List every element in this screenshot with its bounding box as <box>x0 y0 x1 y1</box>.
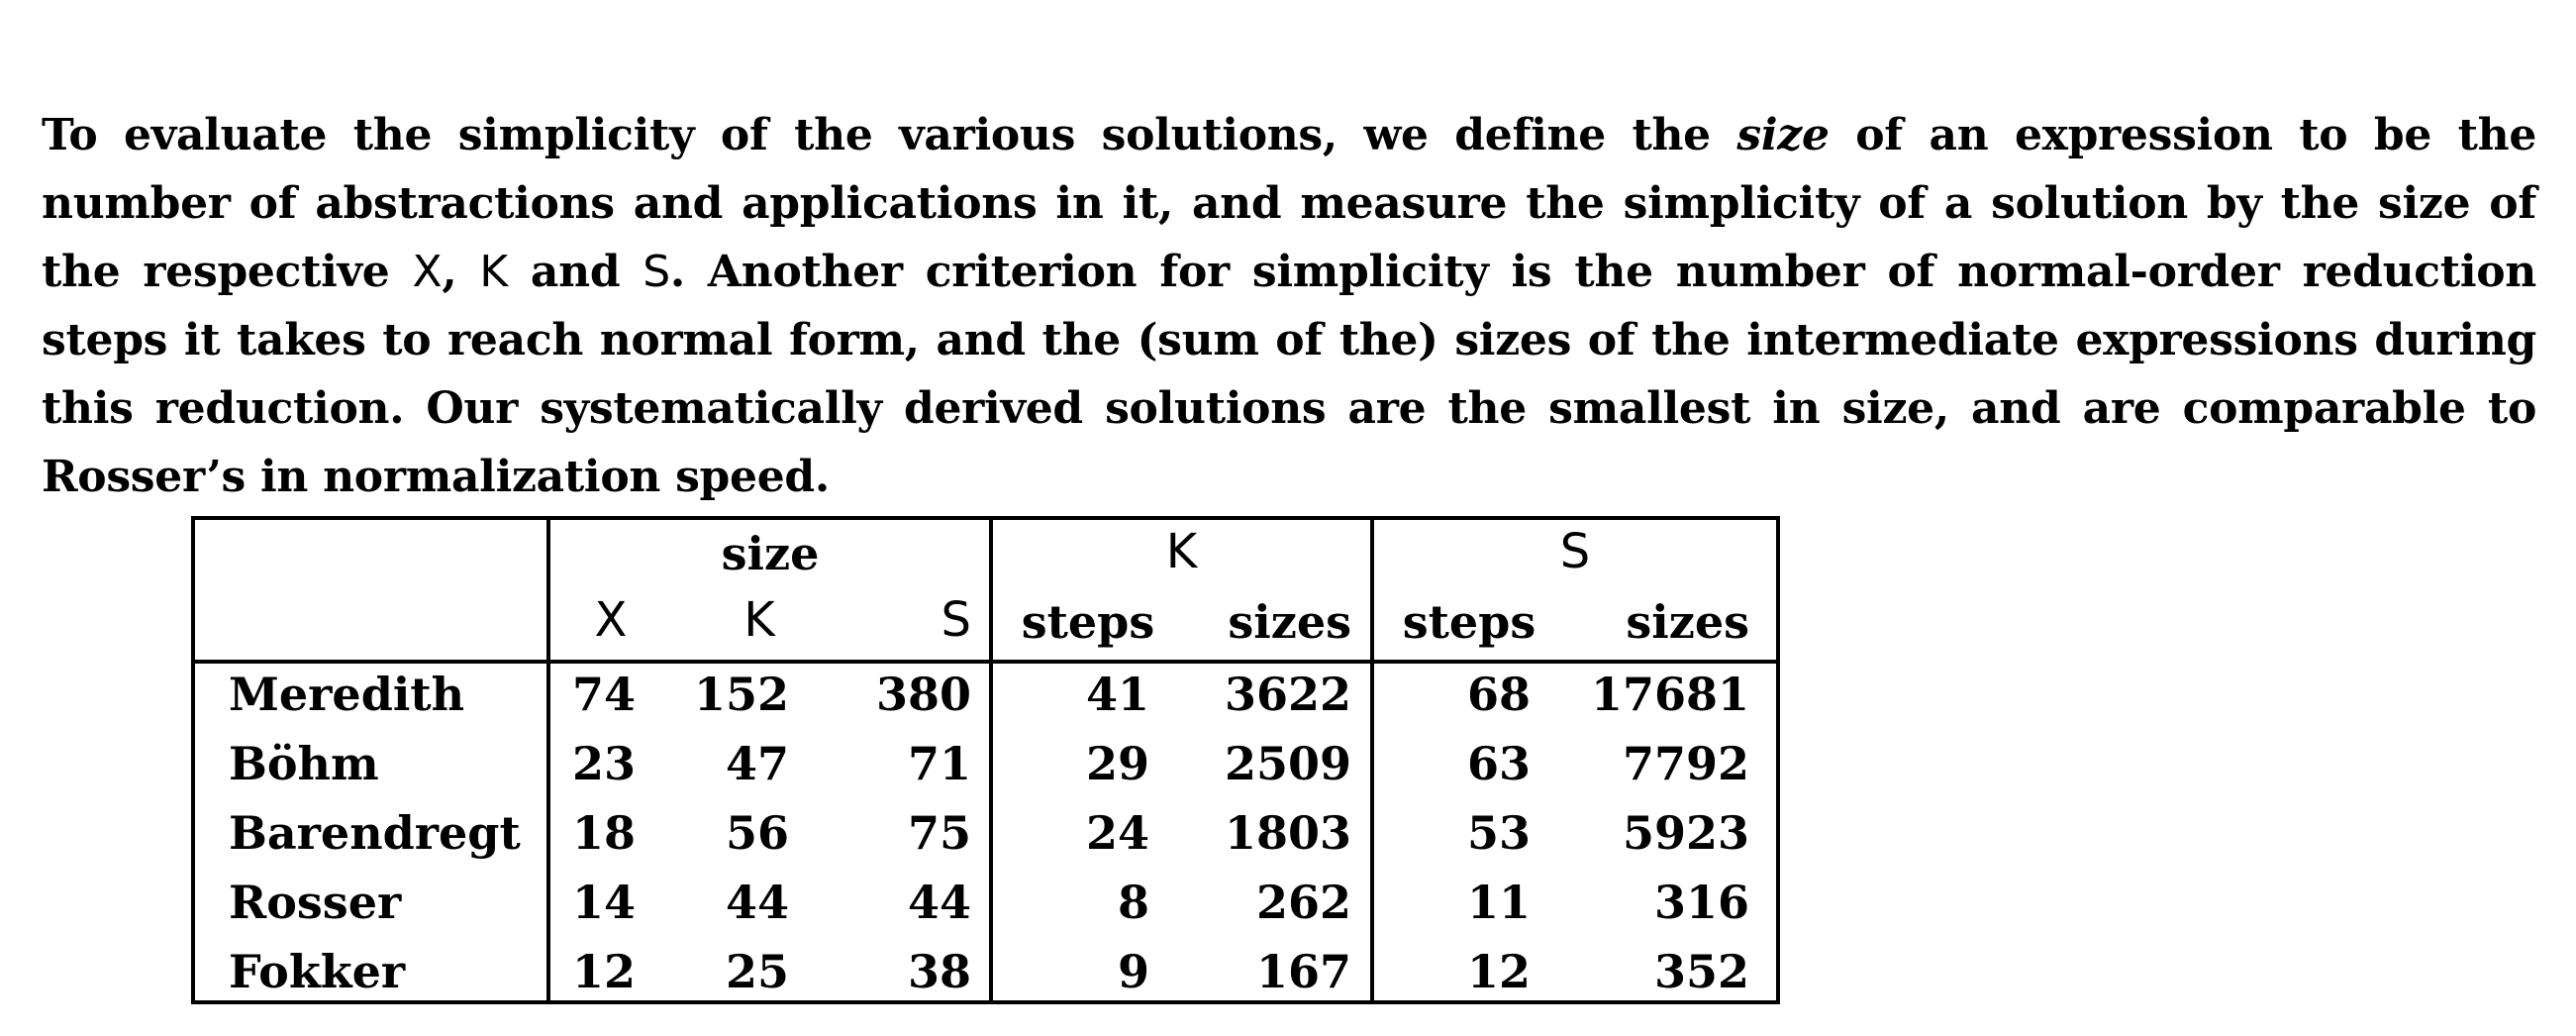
cell-x: 74 <box>571 668 636 721</box>
cell-s-steps: 63 <box>1466 737 1531 790</box>
subheader-k: K <box>743 592 775 648</box>
cell-s: 380 <box>875 668 971 721</box>
cell-k-sizes: 167 <box>1255 945 1351 998</box>
cell-s-sizes: 5923 <box>1622 806 1749 860</box>
table-vertical-rule <box>1370 520 1374 1000</box>
cell-k-sizes: 3622 <box>1224 668 1351 721</box>
cell-k: 56 <box>725 806 789 860</box>
cell-s-steps: 68 <box>1466 668 1531 721</box>
row-name: Barendregt <box>229 806 521 860</box>
subheader-s-sizes: sizes <box>1626 595 1749 649</box>
subheader-k-steps: steps <box>1021 595 1155 649</box>
cell-k: 25 <box>725 945 789 998</box>
paragraph-symbol-k: K <box>479 247 508 297</box>
cell-k-steps: 29 <box>1085 737 1149 790</box>
cell-k-sizes: 1803 <box>1224 806 1351 860</box>
table-vertical-rule <box>546 520 550 1000</box>
cell-x: 12 <box>571 945 636 998</box>
paragraph-symbol-s: S <box>643 247 670 297</box>
cell-k-steps: 9 <box>1117 945 1149 998</box>
cell-x: 18 <box>571 806 636 860</box>
group-header-k: K <box>1165 524 1198 579</box>
row-name: Böhm <box>229 737 379 790</box>
table-vertical-rule <box>989 520 993 1000</box>
cell-s-steps: 11 <box>1466 876 1531 929</box>
subheader-x: X <box>594 592 628 648</box>
group-header-s: S <box>1559 524 1591 579</box>
cell-s-sizes: 17681 <box>1590 668 1749 721</box>
cell-s-steps: 12 <box>1466 945 1531 998</box>
paragraph-emphasis-size: size <box>1736 110 1830 160</box>
subheader-s-steps: steps <box>1402 595 1536 649</box>
table-header-rule <box>195 660 1776 664</box>
paragraph-text-1: To evaluate the simplicity of the variou… <box>42 110 1737 160</box>
cell-k-sizes: 262 <box>1255 876 1351 929</box>
cell-s-sizes: 7792 <box>1622 737 1749 790</box>
paragraph-comma: , <box>442 247 480 297</box>
subheader-s: S <box>941 592 971 648</box>
cell-s: 38 <box>907 945 971 998</box>
row-name: Rosser <box>229 876 402 929</box>
subheader-k-sizes: sizes <box>1228 595 1351 649</box>
row-name: Meredith <box>229 668 465 721</box>
cell-k-steps: 24 <box>1085 806 1149 860</box>
row-name: Fokker <box>229 945 406 998</box>
cell-k-steps: 41 <box>1085 668 1149 721</box>
group-header-size: size <box>721 527 820 580</box>
results-table: size K S X K S steps sizes steps sizes M… <box>191 516 1780 1004</box>
cell-x: 14 <box>571 876 636 929</box>
cell-k-steps: 8 <box>1117 876 1149 929</box>
cell-x: 23 <box>571 737 636 790</box>
cell-s-sizes: 316 <box>1653 876 1749 929</box>
cell-k: 44 <box>725 876 789 929</box>
cell-k-sizes: 2509 <box>1224 737 1351 790</box>
body-paragraph: To evaluate the simplicity of the variou… <box>42 101 2536 511</box>
cell-s: 44 <box>907 876 971 929</box>
cell-k: 152 <box>693 668 789 721</box>
paragraph-and: and <box>507 247 644 297</box>
paragraph-symbol-x: X <box>412 247 443 297</box>
cell-k: 47 <box>725 737 789 790</box>
cell-s-steps: 53 <box>1466 806 1531 860</box>
cell-s: 75 <box>907 806 971 860</box>
cell-s-sizes: 352 <box>1653 945 1749 998</box>
cell-s: 71 <box>907 737 971 790</box>
